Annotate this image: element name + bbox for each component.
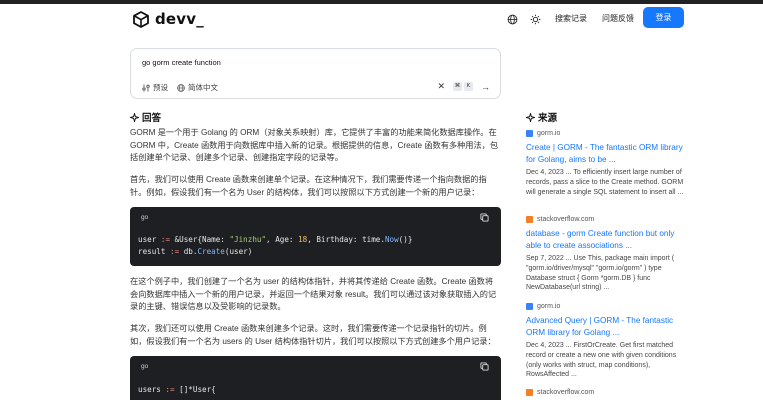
login-button[interactable]: 登录 (643, 7, 684, 28)
sparkle-icon (526, 112, 535, 122)
answer-paragraph-4: 其次，我们还可以使用 Create 函数来创建多个记录。这时，我们需要传递一个记… (130, 324, 496, 346)
source-snippet: Dec 4, 2023 ... FirstOrCreate. Get first… (526, 342, 677, 379)
kbd-k: K (464, 82, 473, 91)
source-title-link[interactable]: database - gorm Create function but only… (526, 228, 686, 251)
theme-toggle-icon[interactable] (530, 14, 541, 25)
shortcut-hint: ⌘ K (453, 82, 473, 91)
answer-heading: 回答 (130, 110, 161, 124)
sliders-icon (142, 84, 150, 91)
submit-arrow-icon[interactable]: → (481, 82, 490, 92)
favicon-stackoverflow-icon (526, 388, 533, 396)
source-card[interactable]: gorm.io Advanced Query | GORM - The fant… (526, 301, 686, 380)
sources-heading: 来源 (526, 110, 557, 124)
feedback-link[interactable]: 问题反馈 (602, 13, 634, 24)
code-content-1: user := &User{Name: "Jinzhu", Age: 18, B… (138, 235, 413, 256)
globe-icon[interactable] (507, 14, 518, 25)
source-snippet: Dec 4, 2023 ... To efficiently insert la… (526, 169, 684, 196)
app-header: devv_ 搜索记录 问题反馈 登录 (0, 4, 763, 34)
logo-text: devv_ (155, 10, 204, 28)
source-card[interactable]: gorm.io Create | GORM - The fantastic OR… (526, 128, 686, 197)
logo[interactable]: devv_ (133, 10, 204, 28)
source-snippet: Sep 7, 2022 ... Use This, package main i… (526, 255, 675, 292)
favicon-gorm-icon (526, 302, 533, 310)
source-title-link[interactable]: Advanced Query | GORM - The fantastic OR… (526, 315, 686, 338)
code-block-1: go user := &User{Name: "Jinzhu", Age: 18… (130, 207, 501, 266)
favicon-stackoverflow-icon (526, 215, 533, 223)
sparkle-icon (130, 112, 139, 122)
favicon-gorm-icon (526, 129, 533, 137)
globe-small-icon (177, 83, 185, 92)
source-domain: gorm.io (526, 301, 686, 311)
answer-paragraph-1: GORM 是一个用于 Golang 的 ORM（对象关系映射）库，它提供了丰富的… (130, 128, 499, 163)
code-content-2: users := []*User{ (138, 385, 216, 394)
clear-icon[interactable]: ✕ (437, 81, 445, 92)
preset-selector[interactable]: 预设 (142, 82, 168, 93)
copy-icon[interactable] (480, 213, 489, 222)
source-domain: stackoverflow.com (526, 387, 686, 397)
code-language-label: go (141, 214, 149, 221)
language-selector[interactable]: 简体中文 (177, 82, 218, 93)
source-domain: gorm.io (526, 128, 686, 138)
answer-title: 回答 (142, 113, 162, 124)
code-language-label: go (141, 363, 149, 370)
copy-icon[interactable] (480, 362, 489, 371)
source-title-link[interactable]: Create | GORM - The fantastic ORM librar… (526, 142, 686, 165)
kbd-command: ⌘ (453, 82, 462, 91)
search-box[interactable]: go gorm create function 预设 简体中文 ✕ ⌘ K → (130, 48, 501, 99)
sources-title: 来源 (538, 113, 558, 124)
source-card[interactable]: stackoverflow.com database - gorm Create… (526, 214, 686, 293)
preset-label: 预设 (153, 83, 168, 92)
search-actions: ✕ ⌘ K → (437, 81, 490, 92)
search-input[interactable]: go gorm create function (142, 58, 221, 67)
source-card[interactable]: stackoverflow.com (526, 387, 686, 397)
search-history-link[interactable]: 搜索记录 (555, 13, 587, 24)
language-label: 简体中文 (188, 83, 218, 92)
code-block-2: go users := []*User{ (130, 356, 501, 400)
source-domain: stackoverflow.com (526, 214, 686, 224)
answer-paragraph-3: 在这个例子中，我们创建了一个名为 user 的结构体指针，并将其传递给 Crea… (130, 277, 497, 312)
answer-paragraph-2: 首先，我们可以使用 Create 函数来创建单个记录。在这种情况下，我们需要传递… (130, 175, 487, 197)
cube-logo-icon (133, 10, 149, 28)
